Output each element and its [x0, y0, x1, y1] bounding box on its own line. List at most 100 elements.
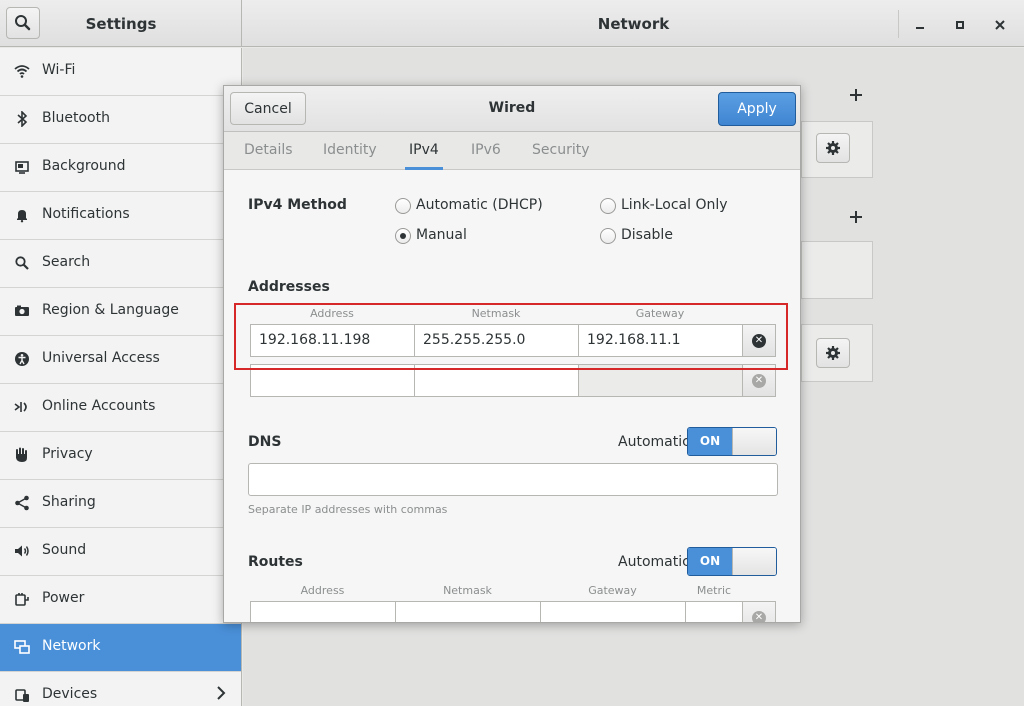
- bluetooth-icon: [13, 110, 31, 129]
- chevron-right-icon: [216, 685, 226, 705]
- sidebar-item-label: Region & Language: [42, 302, 179, 318]
- tab-identity[interactable]: Identity: [319, 132, 381, 170]
- dns-hint: Separate IP addresses with commas: [248, 503, 448, 516]
- dialog-header: Cancel Wired Apply: [224, 86, 800, 132]
- sidebar-item-power[interactable]: Power: [0, 576, 241, 624]
- sidebar-item-label: Background: [42, 158, 126, 174]
- sidebar-item-devices[interactable]: Devices: [0, 672, 241, 706]
- route-metric-field[interactable]: [685, 601, 743, 622]
- dns-heading: DNS: [248, 434, 282, 450]
- route-address-field[interactable]: [250, 601, 396, 622]
- radio-disable[interactable]: [600, 228, 616, 244]
- sidebar-item-label: Sharing: [42, 494, 96, 510]
- routes-automatic-label: Automatic: [618, 554, 690, 570]
- minimize-button[interactable]: [900, 0, 940, 47]
- search-icon: [15, 15, 31, 31]
- vpn-row: [801, 241, 873, 299]
- accessibility-icon: [13, 351, 31, 369]
- ipv4-page: IPv4 Method Automatic (DHCP) Link-Local …: [224, 171, 800, 622]
- wired-settings-button[interactable]: [816, 133, 850, 163]
- switch-on-label: ON: [688, 548, 732, 575]
- addresses-heading: Addresses: [248, 279, 330, 295]
- radio-link-local[interactable]: [600, 198, 616, 214]
- maximize-button[interactable]: [940, 0, 980, 47]
- close-button[interactable]: [980, 0, 1020, 47]
- settings-title: Settings: [85, 15, 157, 33]
- highlight-box: [234, 303, 788, 370]
- switch-knob: [732, 548, 776, 575]
- sidebar-item-label: Power: [42, 590, 85, 606]
- dialog-tabs: Details Identity IPv4 IPv6 Security: [224, 132, 800, 170]
- sidebar-item-search[interactable]: Search: [0, 240, 241, 288]
- wifi-icon: [13, 63, 31, 81]
- ipv4-method-label: IPv4 Method: [248, 197, 347, 213]
- minimize-icon: [916, 27, 924, 29]
- sidebar-item-label: Search: [42, 254, 91, 270]
- radio-automatic-dhcp[interactable]: [395, 198, 411, 214]
- radio-link-local-label[interactable]: Link-Local Only: [621, 197, 728, 213]
- sidebar-item-network[interactable]: Network: [0, 624, 241, 672]
- route-metric-column-header: Metric: [696, 584, 732, 597]
- sidebar-item-label: Privacy: [42, 446, 93, 462]
- routes-automatic-switch[interactable]: ON: [687, 547, 777, 576]
- sidebar-item-label: Notifications: [42, 206, 130, 222]
- window-controls-separator: [898, 10, 899, 38]
- sidebar-item-sound[interactable]: Sound: [0, 528, 241, 576]
- sidebar: Wi-Fi Bluetooth Background Notifications…: [0, 48, 242, 706]
- sidebar-item-label: Online Accounts: [42, 398, 156, 414]
- speaker-icon: [13, 543, 31, 561]
- sidebar-item-bluetooth[interactable]: Bluetooth: [0, 96, 241, 144]
- dialog-title: Wired: [488, 100, 536, 116]
- dns-automatic-switch[interactable]: ON: [687, 427, 777, 456]
- routes-heading: Routes: [248, 554, 303, 570]
- sidebar-item-label: Network: [42, 638, 101, 654]
- sidebar-item-online-accounts[interactable]: Online Accounts: [0, 384, 241, 432]
- tab-ipv6[interactable]: IPv6: [467, 132, 505, 170]
- header-bar: Settings Network: [0, 0, 1024, 47]
- apply-button[interactable]: Apply: [718, 92, 796, 126]
- delete-route-button[interactable]: ✕: [742, 601, 776, 622]
- radio-disable-label[interactable]: Disable: [621, 227, 673, 243]
- route-gateway-field[interactable]: [540, 601, 686, 622]
- sidebar-item-background[interactable]: Background: [0, 144, 241, 192]
- route-address-column-header: Address: [300, 584, 345, 597]
- sidebar-item-privacy[interactable]: Privacy: [0, 432, 241, 480]
- route-netmask-field[interactable]: [395, 601, 541, 622]
- add-vpn-icon[interactable]: [849, 208, 863, 229]
- route-gateway-column-header: Gateway: [588, 584, 637, 597]
- delete-icon: ✕: [752, 611, 766, 622]
- cancel-button[interactable]: Cancel: [230, 92, 306, 125]
- sidebar-item-sharing[interactable]: Sharing: [0, 480, 241, 528]
- hand-icon: [13, 447, 31, 465]
- sidebar-item-label: Devices: [42, 686, 98, 702]
- sidebar-item-label: Wi-Fi: [42, 62, 76, 78]
- gear-icon: [826, 346, 840, 360]
- search-button[interactable]: [6, 7, 40, 39]
- search-icon: [13, 255, 31, 273]
- switch-on-label: ON: [688, 428, 732, 455]
- sidebar-item-universal-access[interactable]: Universal Access: [0, 336, 241, 384]
- sidebar-header: Settings: [0, 0, 242, 47]
- proxy-settings-button[interactable]: [816, 338, 850, 368]
- add-connection-icon[interactable]: [849, 86, 863, 107]
- sidebar-item-notifications[interactable]: Notifications: [0, 192, 241, 240]
- sidebar-item-wifi[interactable]: Wi-Fi: [0, 48, 241, 96]
- online-accounts-icon: [13, 399, 31, 417]
- devices-icon: [13, 687, 31, 705]
- tab-security[interactable]: Security: [528, 132, 594, 170]
- sidebar-item-region-language[interactable]: Region & Language: [0, 288, 241, 336]
- share-icon: [13, 495, 31, 513]
- dns-input[interactable]: [248, 463, 778, 496]
- network-icon: [13, 639, 31, 657]
- tab-details[interactable]: Details: [240, 132, 297, 170]
- gear-icon: [826, 141, 840, 155]
- dns-automatic-label: Automatic: [618, 434, 690, 450]
- radio-manual[interactable]: [395, 228, 411, 244]
- tab-ipv4[interactable]: IPv4: [405, 132, 443, 170]
- bell-icon: [13, 207, 31, 225]
- power-icon: [13, 591, 31, 609]
- background-icon: [13, 159, 31, 177]
- radio-automatic-dhcp-label[interactable]: Automatic (DHCP): [416, 197, 543, 213]
- radio-manual-label[interactable]: Manual: [416, 227, 467, 243]
- delete-icon: ✕: [752, 374, 766, 388]
